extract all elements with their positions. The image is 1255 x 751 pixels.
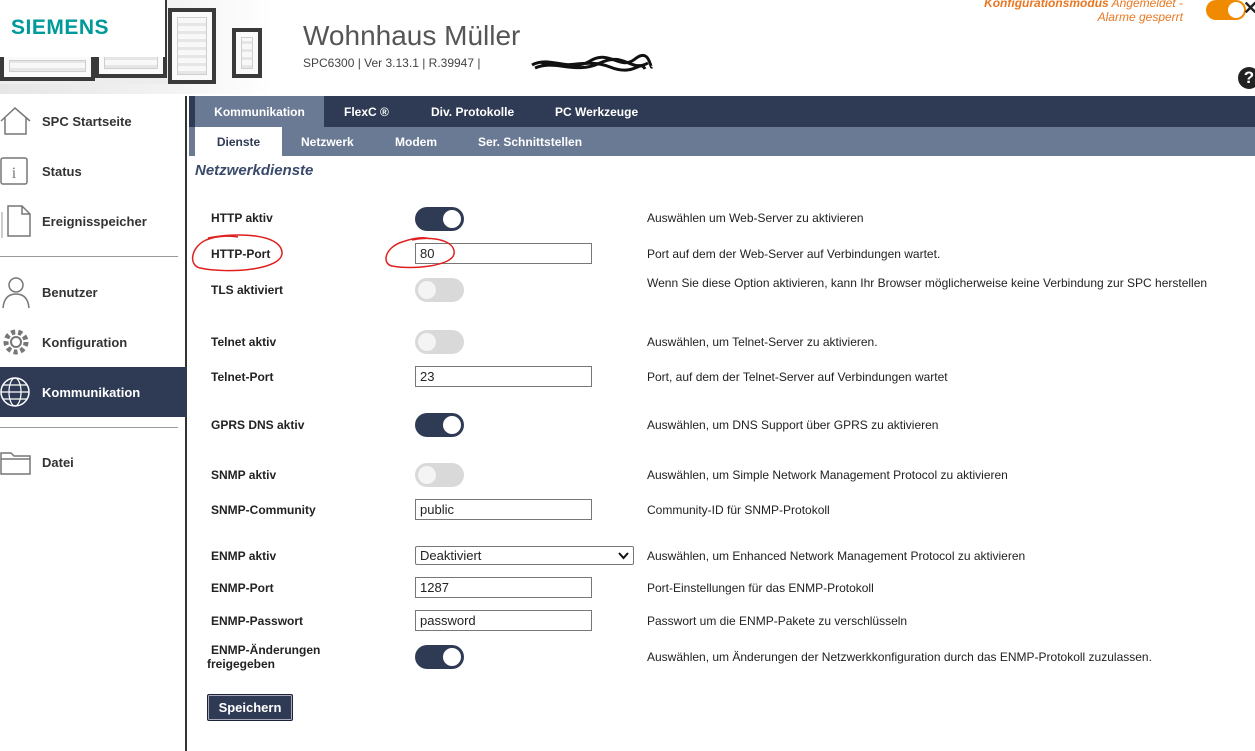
- gprs-dns-help: Auswählen, um DNS Support über GPRS zu a…: [647, 418, 939, 432]
- snmp-active-label: SNMP aktiv: [211, 468, 277, 482]
- section-title: Netzwerkdienste: [195, 162, 314, 179]
- sidebar-item-label: Status: [42, 163, 82, 179]
- tab-div-protokolle[interactable]: Div. Protokolle: [412, 96, 533, 127]
- sidebar-item-label: Konfiguration: [42, 334, 128, 350]
- tab-pc-werkzeuge[interactable]: PC Werkzeuge: [536, 96, 657, 127]
- gprs-dns-toggle[interactable]: [415, 413, 464, 437]
- sidebar-item-label: Ereignisspeicher: [42, 213, 147, 229]
- enmp-active-value: Deaktiviert: [420, 548, 482, 563]
- snmp-community-input[interactable]: [415, 499, 592, 520]
- snmp-active-help: Auswählen, um Simple Network Management …: [647, 468, 1008, 482]
- enmp-active-label: ENMP aktiv: [211, 549, 277, 563]
- folder-icon: [0, 452, 31, 475]
- snmp-active-toggle[interactable]: [415, 463, 464, 487]
- http-active-label: HTTP aktiv: [211, 211, 273, 225]
- picture-frame: [232, 28, 262, 78]
- telnet-port-label: Telnet-Port: [211, 370, 274, 384]
- help-icon[interactable]: ?: [1238, 67, 1255, 89]
- tab-ser-schnittstellen[interactable]: Ser. Schnittstellen: [459, 127, 601, 156]
- snmp-community-help: Community-ID für SNMP-Protokoll: [647, 503, 830, 517]
- primary-tab-bar: Kommunikation FlexC ® Div. Protokolle PC…: [189, 96, 1255, 127]
- enmp-changes-toggle[interactable]: [415, 645, 464, 669]
- sidebar-item-label: SPC Startseite: [42, 113, 132, 129]
- tab-kommunikation[interactable]: Kommunikation: [195, 96, 324, 127]
- telnet-port-help: Port, auf dem der Telnet-Server auf Verb…: [647, 370, 948, 384]
- close-icon[interactable]: ✕: [1243, 0, 1255, 19]
- enmp-active-select[interactable]: Deaktiviert: [415, 546, 634, 565]
- globe-icon: [0, 377, 30, 407]
- enmp-password-input[interactable]: [415, 610, 592, 631]
- sidebar-divider: [0, 256, 178, 257]
- secondary-tab-bar: Dienste Netzwerk Modem Ser. Schnittstell…: [189, 127, 1255, 156]
- tls-label: TLS aktiviert: [211, 283, 284, 297]
- enmp-port-label: ENMP-Port: [211, 581, 274, 595]
- siemens-logo: SIEMENS: [11, 16, 110, 39]
- snmp-community-label: SNMP-Community: [211, 503, 316, 517]
- enmp-active-help: Auswählen, um Enhanced Network Managemen…: [647, 549, 1026, 563]
- http-port-label: HTTP-Port: [211, 247, 271, 261]
- telnet-active-toggle[interactable]: [415, 330, 464, 354]
- user-icon: [2, 277, 30, 309]
- picture-frame: [168, 8, 216, 84]
- mode-status: Konfigurationsmodus Angemeldet - Alarme …: [984, 0, 1183, 24]
- enmp-changes-label: ENMP-Änderungen freigegeben: [207, 643, 320, 671]
- redaction-scribble: [531, 53, 654, 72]
- sidebar-divider: [0, 427, 178, 428]
- gprs-dns-label: GPRS DNS aktiv: [211, 418, 305, 432]
- version-info: SPC6300 | Ver 3.13.1 | R.39947 |: [303, 56, 481, 70]
- sidebar-item-benutzer[interactable]: Benutzer: [0, 267, 187, 317]
- picture-frame: [0, 55, 95, 81]
- mode-label: Konfigurationsmodus: [984, 0, 1109, 10]
- sidebar: SPC Startseite i Status Ereignisspeicher…: [0, 96, 187, 751]
- http-port-input[interactable]: [415, 243, 592, 264]
- http-active-toggle[interactable]: [415, 207, 464, 231]
- info-icon: i: [0, 157, 28, 185]
- login-status: Angemeldet -: [1108, 0, 1183, 10]
- telnet-active-help: Auswählen, um Telnet-Server zu aktiviere…: [647, 335, 878, 349]
- chevron-down-icon: [618, 551, 629, 559]
- sidebar-item-kommunikation[interactable]: Kommunikation: [0, 367, 187, 417]
- sidebar-item-status[interactable]: i Status: [0, 146, 187, 196]
- enmp-port-help: Port-Einstellungen für das ENMP-Protokol…: [647, 581, 874, 595]
- sidebar-item-spc-startseite[interactable]: SPC Startseite: [0, 96, 187, 146]
- telnet-port-input[interactable]: [415, 366, 592, 387]
- sidebar-item-label: Benutzer: [42, 284, 98, 300]
- telnet-active-label: Telnet aktiv: [211, 335, 277, 349]
- tab-flexc[interactable]: FlexC ®: [325, 96, 408, 127]
- config-mode-toggle[interactable]: [1206, 0, 1246, 20]
- enmp-port-input[interactable]: [415, 577, 592, 598]
- enmp-password-label: ENMP-Passwort: [211, 614, 304, 628]
- sidebar-item-datei[interactable]: Datei: [0, 437, 187, 487]
- alarm-status: Alarme gesperrt: [1097, 10, 1183, 24]
- enmp-password-help: Passwort um die ENMP-Pakete zu verschlüs…: [647, 614, 908, 628]
- tls-toggle[interactable]: [415, 278, 464, 302]
- tab-netzwerk[interactable]: Netzwerk: [282, 127, 373, 156]
- tls-help: Wenn Sie diese Option aktivieren, kann I…: [647, 276, 1208, 290]
- gear-icon: [3, 329, 29, 355]
- enmp-changes-help: Auswählen, um Änderungen der Netzwerkkon…: [647, 650, 1152, 664]
- logo-area: SIEMENS: [0, 0, 165, 57]
- home-icon: [0, 106, 31, 135]
- enmp-changes-label-line2: freigegeben: [207, 657, 276, 671]
- site-title: Wohnhaus Müller: [303, 20, 521, 51]
- http-active-help: Auswählen um Web-Server zu aktivieren: [647, 211, 864, 225]
- http-port-help: Port auf dem der Web-Server auf Verbindu…: [647, 247, 941, 261]
- tab-modem[interactable]: Modem: [376, 127, 456, 156]
- enmp-changes-label-line1: ENMP-Änderungen: [211, 643, 321, 657]
- sidebar-item-ereignisspeicher[interactable]: Ereignisspeicher: [0, 196, 187, 246]
- save-button[interactable]: Speichern: [207, 694, 293, 721]
- sidebar-item-label: Kommunikation: [42, 384, 141, 400]
- document-icon: [1, 205, 31, 238]
- sidebar-item-label: Datei: [42, 454, 74, 470]
- svg-text:i: i: [12, 165, 17, 182]
- sidebar-item-konfiguration[interactable]: Konfiguration: [0, 317, 187, 367]
- tab-dienste[interactable]: Dienste: [195, 127, 282, 156]
